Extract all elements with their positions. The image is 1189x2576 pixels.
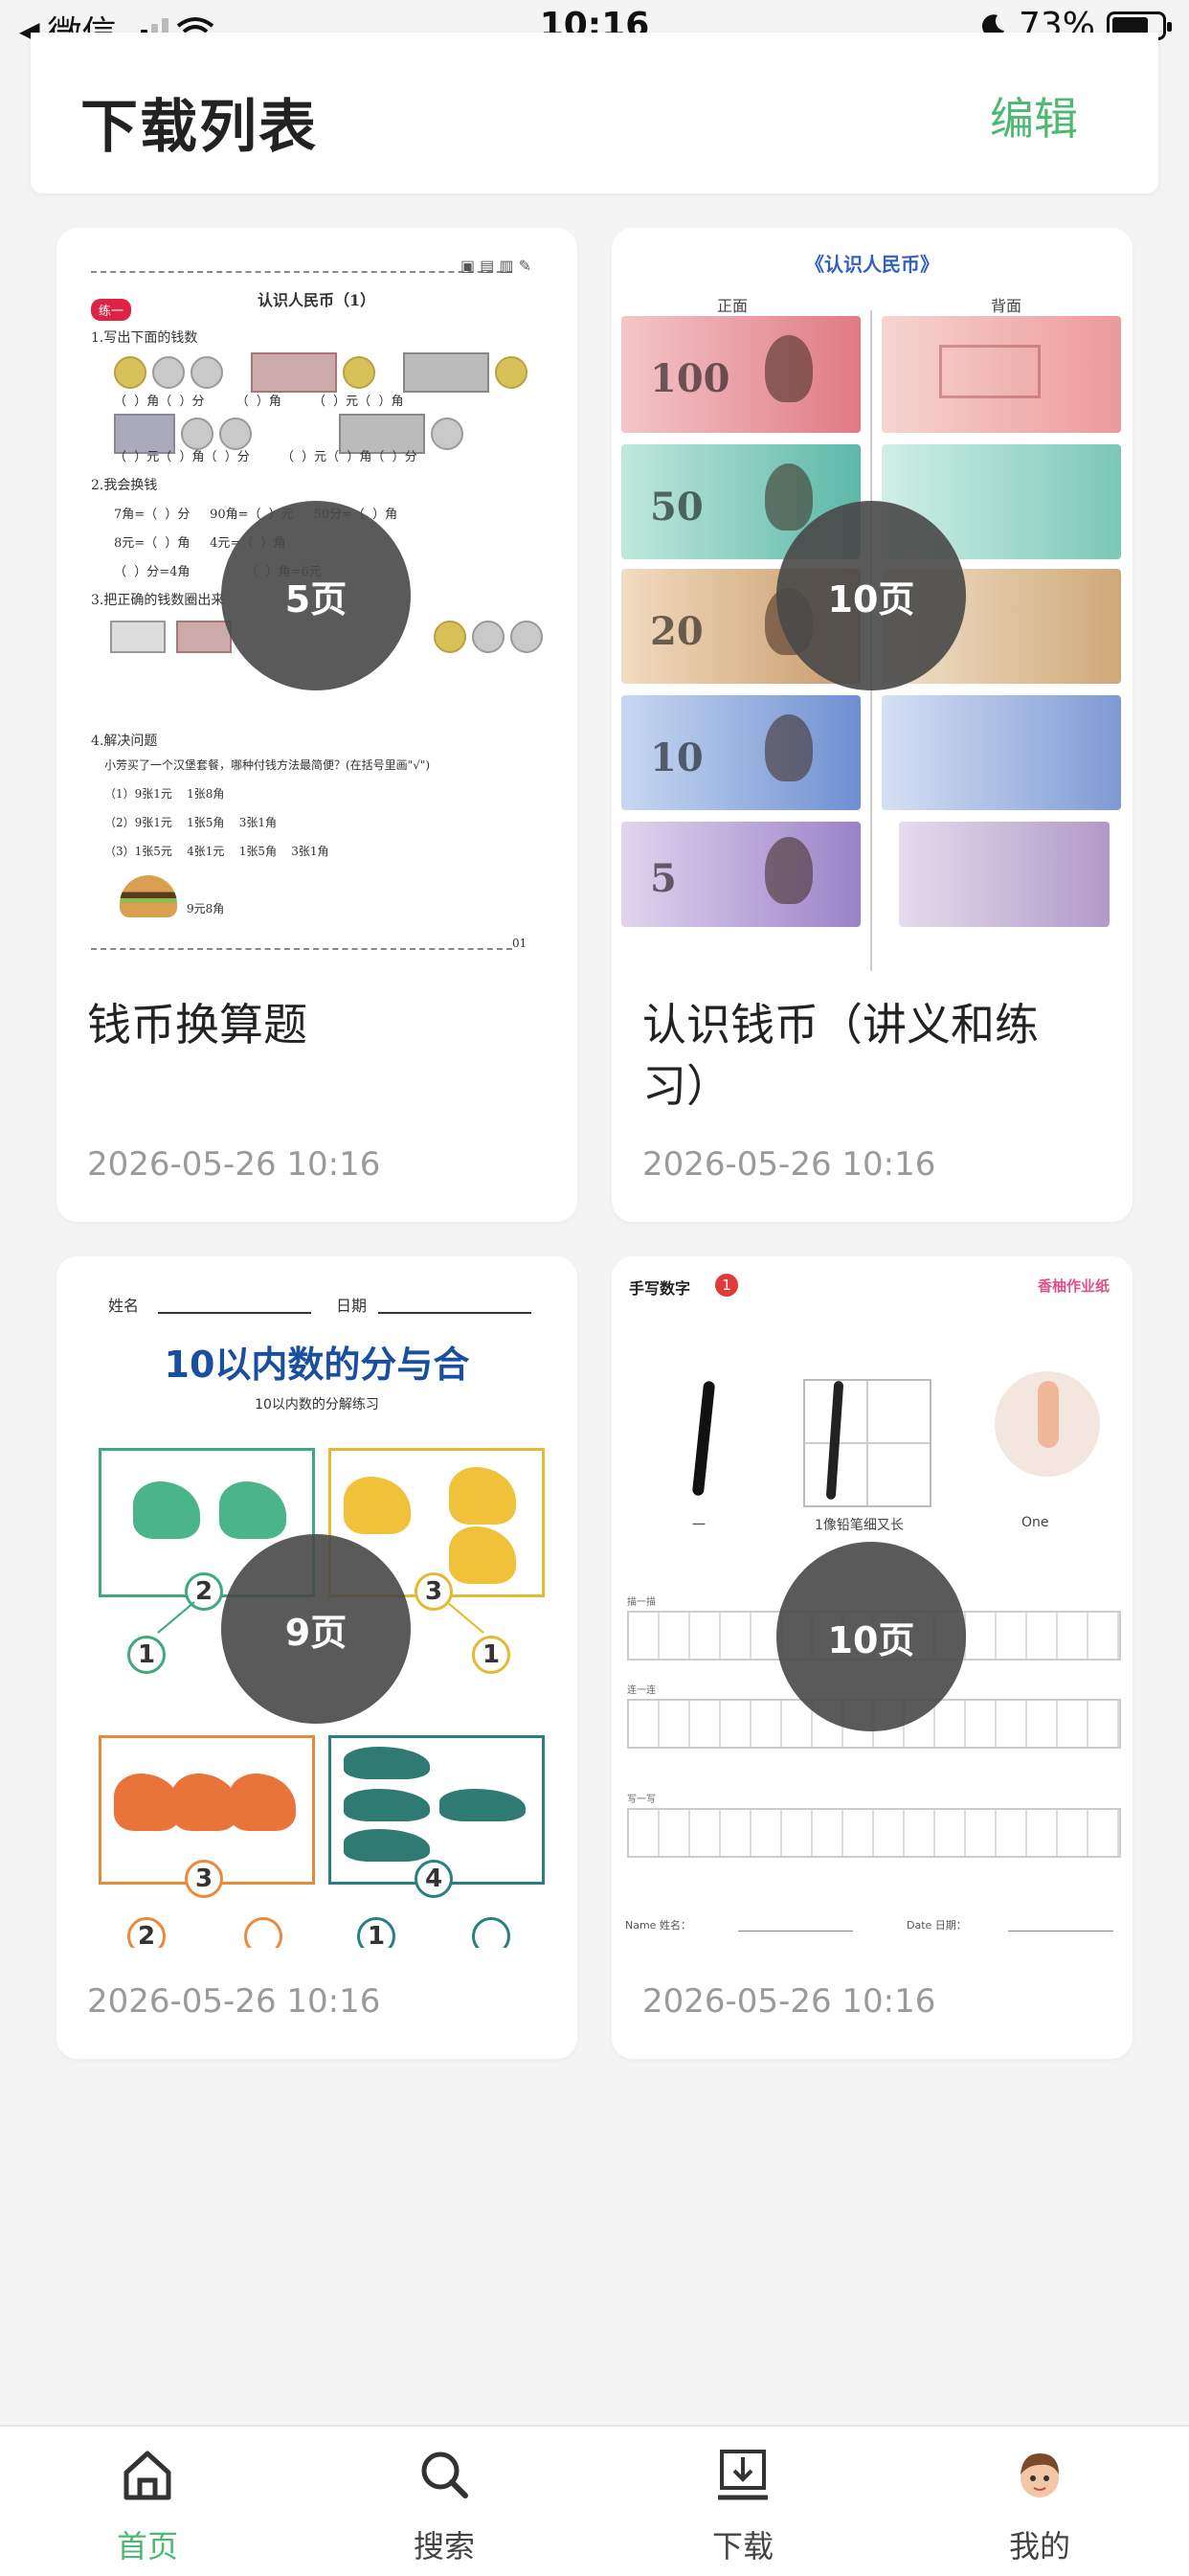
thumb-heading: 《认识人民币》 <box>805 253 939 276</box>
empty-bubble <box>244 1917 282 1948</box>
page-count-badge: 9页 <box>221 1534 411 1724</box>
number-bubble: 4 <box>415 1860 453 1898</box>
thumb-subtitle: 10以内数的分解练习 <box>255 1397 379 1412</box>
banknote-5-back <box>899 822 1110 927</box>
thumb-q1: 1.写出下面的钱数 <box>91 330 198 346</box>
banknote-10-back <box>882 695 1121 810</box>
thumb-q4: 4.解决问题 <box>91 734 158 749</box>
card-date: 2026-05-26 10:16 <box>87 1982 381 2021</box>
thumb-date-line <box>378 1312 531 1314</box>
tab-download[interactable]: 下载 <box>647 2427 839 2576</box>
practice-row <box>627 1808 1121 1858</box>
thumb-border-bottom <box>91 948 512 950</box>
thumb-money-row-1 <box>114 352 533 393</box>
caption-en: One <box>1021 1515 1049 1530</box>
thumb-title-number: 1 <box>715 1274 738 1297</box>
branch-line <box>446 1601 484 1634</box>
tab-label: 下载 <box>711 2528 774 2565</box>
download-icon <box>718 2450 768 2500</box>
search-icon <box>421 2452 468 2498</box>
thumb-page-number: 01 <box>512 937 527 950</box>
tab-profile[interactable]: 我的 <box>944 2427 1135 2576</box>
card-title: 钱币换算题 <box>87 999 307 1051</box>
home-icon <box>123 2451 171 2500</box>
number-bubble: 1 <box>127 1636 166 1674</box>
number-bubble: 1 <box>357 1917 395 1948</box>
date-field: Date 日期： <box>907 1919 967 1932</box>
tab-label: 首页 <box>116 2528 178 2565</box>
thumb-title: 10以内数的分与合 <box>164 1344 470 1386</box>
thumb-back-label: 背面 <box>991 297 1022 315</box>
download-card[interactable]: 《认识人民币》 正面 背面 100 50 20 10 5 10页 认识钱币（讲义… <box>612 228 1133 1222</box>
thumb-date-label: 日期 <box>336 1297 368 1315</box>
thumb-q2: 2.我会换钱 <box>91 478 158 493</box>
card-date: 2026-05-26 10:16 <box>642 1982 936 2021</box>
caption-stroke: 一 <box>692 1518 706 1533</box>
tab-home[interactable]: 首页 <box>52 2427 243 2576</box>
number-bubble: 3 <box>185 1860 223 1898</box>
thumb-q4-text: 小芳买了一个汉堡套餐，哪种付钱方法最简便？(在括号里画"√") <box>104 758 431 772</box>
banknote-5-front: 5 <box>621 822 861 927</box>
tab-label: 搜索 <box>413 2528 475 2565</box>
thumb-opt1: （1）9张1元 1张8角 <box>104 787 225 801</box>
thumb-price: 9元8角 <box>187 902 225 915</box>
name-line <box>738 1931 853 1932</box>
download-card[interactable]: 手写数字 1 香柚作业纸 一 1像铅笔细又长 One 描一描 连一连 写一写 N… <box>612 1256 1133 2059</box>
card-title: 认识钱币（讲义和练习） <box>642 999 1039 1112</box>
thumb-brand: 香柚作业纸 <box>1037 1277 1110 1295</box>
empty-bubble <box>472 1917 510 1948</box>
page-count-badge: 5页 <box>221 501 411 690</box>
thumb-opt2: （2）9张1元 1张5角 3张1角 <box>104 816 277 829</box>
thumb-name-line <box>158 1312 311 1314</box>
row-label: 连一连 <box>627 1685 656 1696</box>
number-bubble: 1 <box>472 1636 510 1674</box>
thumb-row-a: （ ）角（ ）分 （ ）角 （ ）元（ ）角 <box>114 395 404 409</box>
card-date: 2026-05-26 10:16 <box>87 1145 381 1184</box>
finger-image <box>1038 1381 1059 1448</box>
page-header: 下载列表 编辑 <box>31 33 1158 193</box>
branch-line <box>157 1601 195 1634</box>
tracing-grid <box>803 1379 931 1507</box>
card-date: 2026-05-26 10:16 <box>642 1145 936 1184</box>
thumb-row-b: （ ）元（ ）角（ ）分 （ ）元（ ）角（ ）分 <box>114 450 417 464</box>
page-title: 下载列表 <box>80 94 318 161</box>
download-card[interactable]: ▣ ▤ ▥ ✎ 认识人民币（1） 练一 1.写出下面的钱数 （ ）角（ ）分 （… <box>56 228 577 1222</box>
thumb-front-label: 正面 <box>717 297 749 315</box>
thumb-heading: 认识人民币（1） <box>258 291 376 309</box>
thumb-q3: 3.把正确的钱数圈出来 <box>91 593 225 608</box>
banknote-100-back <box>882 316 1121 433</box>
tab-label: 我的 <box>1008 2528 1070 2565</box>
avatar-icon <box>1021 2453 1059 2497</box>
banknote-10-front: 10 <box>621 695 861 810</box>
name-field: Name 姓名： <box>625 1919 691 1932</box>
date-line <box>1008 1931 1113 1932</box>
number-bubble: 2 <box>127 1917 166 1948</box>
big-digit-stroke <box>691 1380 716 1497</box>
edit-button[interactable]: 编辑 <box>990 84 1078 147</box>
thumb-opt3: （3）1张5元 4张1元 1张5角 3张1角 <box>104 845 329 858</box>
banknote-100-front: 100 <box>621 316 861 433</box>
thumb-tag: 练一 <box>91 299 132 321</box>
thumb-border-top <box>91 271 512 273</box>
download-card[interactable]: 姓名 日期 10以内数的分与合 10以内数的分解练习 2 1 3 1 3 2 4… <box>56 1256 577 2059</box>
burger-image <box>120 875 177 917</box>
row-label: 描一描 <box>627 1597 656 1608</box>
tab-search[interactable]: 搜索 <box>348 2427 540 2576</box>
bottom-tab-bar: 首页 搜索 下载 我的 <box>0 2425 1189 2576</box>
caption-rhyme: 1像铅笔细又长 <box>815 1518 904 1533</box>
number-bubble: 3 <box>415 1572 453 1611</box>
page-count-badge: 10页 <box>776 1542 966 1731</box>
thumb-toolbar-icons: ▣ ▤ ▥ ✎ <box>460 257 532 275</box>
thumb-name-label: 姓名 <box>108 1297 140 1315</box>
row-label: 写一写 <box>627 1795 656 1805</box>
battery-level <box>1112 16 1148 34</box>
page-count-badge: 10页 <box>776 501 966 690</box>
thumb-title: 手写数字 <box>629 1279 691 1298</box>
